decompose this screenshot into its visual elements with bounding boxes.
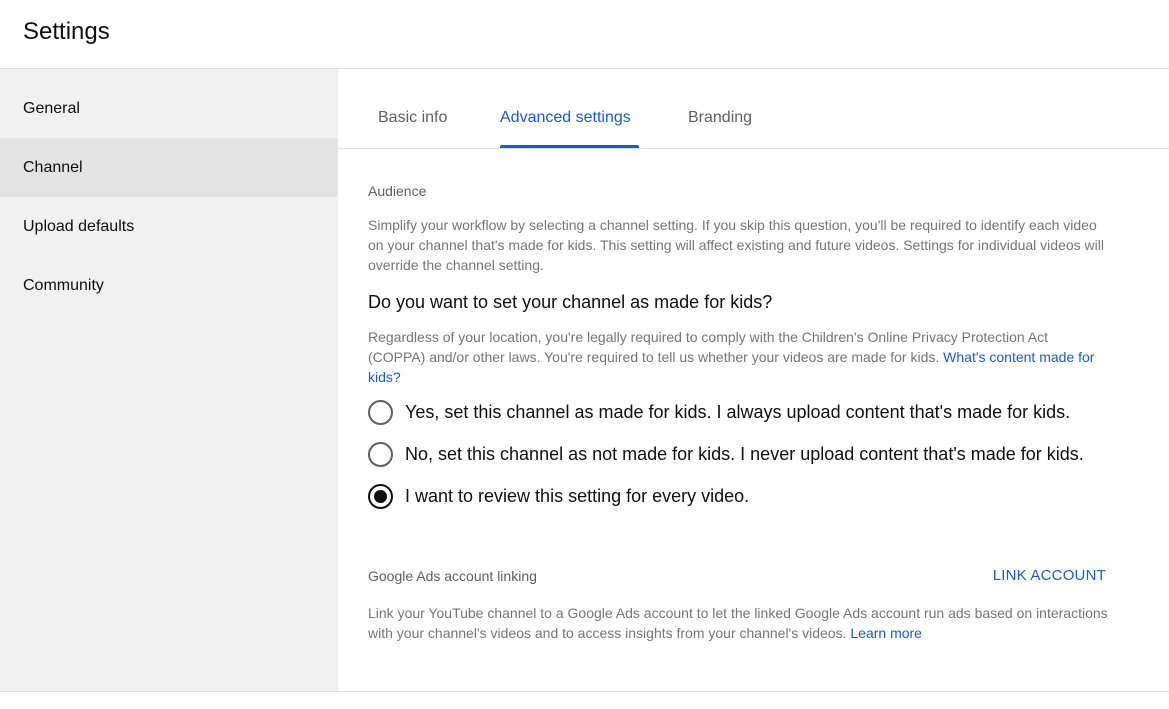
tab-label: Advanced settings bbox=[500, 109, 631, 126]
audience-heading: Audience bbox=[368, 183, 427, 199]
tab-label: Branding bbox=[688, 109, 753, 126]
sidebar-item-label: Channel bbox=[23, 159, 83, 176]
sidebar-item-general[interactable]: General bbox=[0, 79, 338, 138]
sidebar-item-label: Community bbox=[23, 277, 104, 294]
radio-button[interactable] bbox=[368, 399, 393, 425]
settings-tabs: Basic info Advanced settings Branding bbox=[338, 69, 1169, 149]
google-ads-heading: Google Ads account linking bbox=[368, 568, 537, 584]
settings-sidebar: General Channel Upload defaults Communit… bbox=[0, 69, 338, 691]
link-account-button[interactable]: LINK ACCOUNT bbox=[993, 567, 1106, 584]
sidebar-item-upload-defaults[interactable]: Upload defaults bbox=[0, 197, 338, 256]
active-tab-indicator bbox=[500, 145, 639, 148]
sidebar-item-community[interactable]: Community bbox=[0, 256, 338, 315]
tab-advanced-settings[interactable]: Advanced settings bbox=[500, 69, 639, 148]
audience-description: Simplify your workflow by selecting a ch… bbox=[368, 217, 1104, 273]
radio-button[interactable] bbox=[368, 441, 393, 467]
made-for-kids-question: Do you want to set your channel as made … bbox=[368, 292, 773, 312]
sidebar-item-channel[interactable]: Channel bbox=[0, 138, 338, 197]
radio-option-made-for-kids[interactable]: Yes, set this channel as made for kids. … bbox=[368, 397, 1070, 427]
tab-basic-info[interactable]: Basic info bbox=[378, 69, 451, 148]
learn-more-link[interactable]: Learn more bbox=[850, 625, 922, 641]
radio-label: Yes, set this channel as made for kids. … bbox=[405, 401, 1071, 422]
radio-label: I want to review this setting for every … bbox=[405, 485, 750, 506]
footer-divider bbox=[0, 691, 1169, 692]
settings-content: Basic info Advanced settings Branding Au… bbox=[338, 69, 1169, 691]
coppa-description: Regardless of your location, you're lega… bbox=[368, 327, 1108, 387]
google-ads-text: Link your YouTube channel to a Google Ad… bbox=[368, 605, 1108, 641]
sidebar-item-label: General bbox=[23, 100, 80, 117]
sidebar-item-label: Upload defaults bbox=[23, 218, 135, 235]
tab-branding[interactable]: Branding bbox=[688, 69, 758, 148]
google-ads-description: Link your YouTube channel to a Google Ad… bbox=[368, 603, 1108, 643]
radio-label: No, set this channel as not made for kid… bbox=[405, 443, 1084, 464]
page-title: Settings bbox=[23, 18, 110, 45]
radio-button-selected[interactable] bbox=[368, 483, 393, 509]
radio-option-not-made-for-kids[interactable]: No, set this channel as not made for kid… bbox=[368, 439, 1084, 469]
page-header: Settings bbox=[0, 0, 1169, 69]
radio-option-review-every-video[interactable]: I want to review this setting for every … bbox=[368, 481, 749, 511]
tab-label: Basic info bbox=[378, 109, 448, 126]
